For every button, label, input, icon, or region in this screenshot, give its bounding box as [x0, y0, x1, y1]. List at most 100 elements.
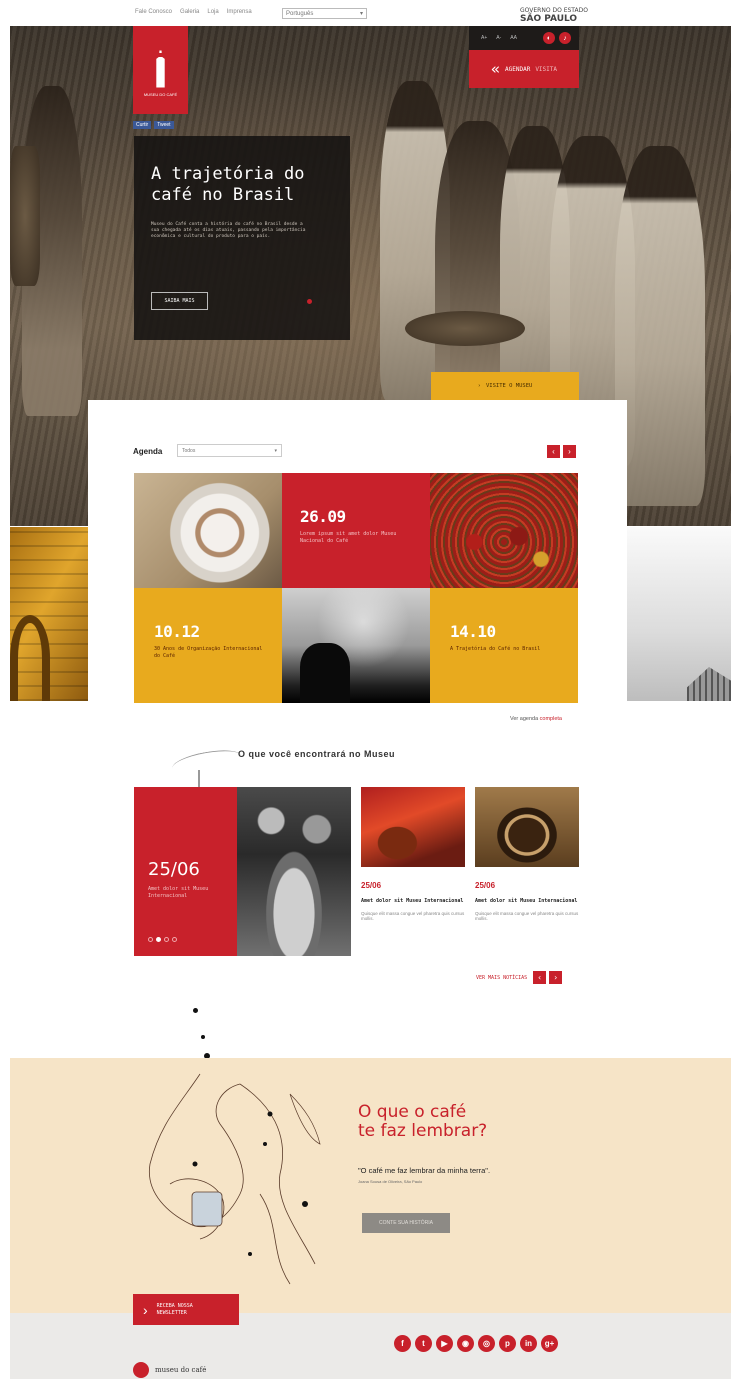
top-nav-contact[interactable]: Fale Conosco	[135, 9, 172, 15]
museum-logo-text: MUSEU DO CAFÉ	[143, 91, 178, 97]
audio-icon[interactable]: ♪	[559, 32, 571, 44]
chevron-down-icon: ▾	[359, 11, 363, 17]
government-logo-sub: GOVERNO DO ESTADO	[520, 7, 588, 14]
memories-section	[10, 1058, 731, 1313]
contrast-icon[interactable]: ◐	[543, 32, 555, 44]
language-select[interactable]: Português ▾	[282, 8, 367, 19]
facebook-like-button[interactable]: Curtir	[133, 121, 152, 129]
government-logo[interactable]: GOVERNO DO ESTADO SÃO PAULO	[520, 7, 588, 24]
featured-photo[interactable]	[237, 787, 351, 956]
news-image-guitar	[361, 787, 465, 867]
news-more-link[interactable]: VER MAIS NOTÍCIAS	[476, 975, 527, 981]
hero-card: A trajetória do café no Brasil Museu do …	[134, 136, 350, 340]
chevron-right-icon: ›	[143, 1301, 148, 1318]
museum-logo[interactable]: MUSEU DO CAFÉ	[133, 26, 188, 114]
instagram-icon[interactable]: ◎	[478, 1335, 495, 1352]
visit-museum-label: VISITE O MUSEU	[485, 383, 533, 389]
news-card[interactable]: 25/06 Amet dolor sit Museu Internacional…	[475, 787, 579, 922]
font-increase-button[interactable]: A+	[481, 35, 487, 41]
slider-dot[interactable]	[307, 299, 312, 304]
featured-caption: Amet dolor sit Museu Internacional	[148, 886, 209, 899]
top-nav-gallery[interactable]: Galeria	[180, 9, 199, 15]
top-nav-press[interactable]: Imprensa	[227, 9, 252, 15]
next-arrow-icon[interactable]: ›	[549, 971, 563, 984]
top-nav: Fale Conosco Galeria Loja Imprensa	[135, 9, 252, 15]
language-value: Português	[286, 10, 314, 17]
share-bar: Curtir Tweet	[133, 121, 174, 129]
share-story-button[interactable]: CONTE SUA HISTÓRIA	[362, 1213, 450, 1233]
agenda-nav: ‹ ›	[547, 445, 576, 458]
linkedin-icon[interactable]: in	[520, 1335, 537, 1352]
schedule-visit-label: AGENDAR	[505, 65, 531, 73]
twitter-icon[interactable]: t	[415, 1335, 432, 1352]
accessibility-bar: A+ A- AA ◐ ♪	[469, 26, 579, 50]
memories-title-line-1: O que o café	[358, 1102, 467, 1122]
prev-arrow-icon[interactable]: ‹	[533, 971, 547, 984]
footer-brand-text: museu do café	[155, 1366, 207, 1374]
next-arrow-icon[interactable]: ›	[563, 445, 576, 458]
youtube-icon[interactable]: ▶	[436, 1335, 453, 1352]
agenda-filter-value: Todos	[182, 447, 196, 454]
tweet-button[interactable]: Tweet	[154, 121, 174, 129]
hero-figure	[615, 146, 705, 506]
agenda-image-coffee-beans[interactable]	[430, 473, 578, 588]
pagination-dot-active[interactable]	[156, 937, 161, 942]
pagination-dot[interactable]	[172, 937, 177, 942]
news-image-roasting	[475, 787, 579, 867]
ink-drop	[201, 1035, 205, 1039]
news-card[interactable]: 25/06 Amet dolor sit Museu Internacional…	[361, 787, 465, 922]
agenda-tile-date: 10.12	[154, 622, 200, 641]
memories-quote: "O café me faz lembrar da minha terra".	[358, 1166, 491, 1175]
chevron-right-icon: ›	[477, 383, 481, 389]
agenda-filter-select[interactable]: Todos ▾	[177, 444, 282, 457]
pinterest-icon[interactable]: p	[499, 1335, 516, 1352]
agenda-more-link[interactable]: Ver agenda completa	[510, 716, 562, 722]
footer-logo[interactable]: museu do café	[133, 1362, 206, 1378]
woman-drinking-coffee-illustration	[148, 1073, 321, 1285]
newsletter-label-2: NEWSLETTER	[156, 1309, 187, 1316]
featured-card[interactable]: 25/06 Amet dolor sit Museu Internacional	[134, 787, 237, 956]
museum-logo-icon	[133, 1362, 149, 1378]
agenda-more-prefix: Ver agenda	[510, 716, 539, 722]
footer	[10, 1313, 731, 1379]
newsletter-button[interactable]: › RECEBA NOSSA NEWSLETTER	[133, 1294, 239, 1325]
hero-body: Museu do Café conta a história do café n…	[151, 222, 306, 239]
visit-museum-button[interactable]: › VISITE O MUSEU	[431, 372, 579, 400]
top-nav-shop[interactable]: Loja	[207, 9, 218, 15]
facebook-icon[interactable]: f	[394, 1335, 411, 1352]
google-plus-icon[interactable]: g+	[541, 1335, 558, 1352]
schedule-visit-button[interactable]: « AGENDAR VISITA	[469, 50, 579, 88]
worker-silhouette	[300, 643, 350, 703]
flickr-icon[interactable]: ◉	[457, 1335, 474, 1352]
agenda-tile[interactable]: 10.12 30 Anos de Organização Internacion…	[134, 588, 282, 703]
font-reset-button[interactable]: AA	[510, 35, 517, 41]
agenda-image-pouring-beans[interactable]	[282, 588, 430, 703]
prev-arrow-icon[interactable]: ‹	[547, 445, 560, 458]
featured-date: 25/06	[148, 859, 200, 880]
memories-author: Joana Sousa de Oliveira, São Paulo	[358, 1179, 423, 1184]
agenda-tile[interactable]: 14.10 A Trajetória do Café no Brasil	[430, 588, 578, 703]
coffee-branch-drawing	[170, 746, 244, 778]
news-title: Amet dolor sit Museu Internacional	[475, 898, 578, 904]
news-more: VER MAIS NOTÍCIAS ‹ ›	[476, 971, 563, 984]
ink-drop	[193, 1008, 198, 1013]
chevron-down-icon: ▾	[274, 447, 277, 454]
font-decrease-button[interactable]: A-	[496, 35, 501, 41]
news-summary: Quisque elit massa congue vel pharetra q…	[361, 910, 465, 922]
news-title: Amet dolor sit Museu Internacional	[361, 898, 464, 904]
agenda-tile-caption: A Trajetória do Café no Brasil	[450, 646, 541, 652]
building-photo-left	[10, 527, 88, 701]
newsletter-label-1: RECEBA NOSSA	[156, 1302, 193, 1309]
hero-more-button[interactable]: SAIBA MAIS	[151, 292, 208, 310]
featured-pagination	[148, 937, 177, 942]
agenda-tile-date: 14.10	[450, 622, 496, 641]
agenda-title: Agenda	[133, 447, 163, 456]
hero-title: A trajetória do café no Brasil	[151, 164, 305, 205]
pagination-dot[interactable]	[164, 937, 169, 942]
chevron-left-double-icon: «	[490, 60, 501, 78]
pagination-dot[interactable]	[148, 937, 153, 942]
memories-title-line-2: te faz lembrar?	[358, 1121, 488, 1141]
agenda-image-coffee-cup[interactable]	[134, 473, 282, 588]
agenda-tile[interactable]: 26.09 Lorem ipsum sit amet dolor Museu N…	[282, 473, 430, 588]
arch-shape	[10, 615, 50, 701]
